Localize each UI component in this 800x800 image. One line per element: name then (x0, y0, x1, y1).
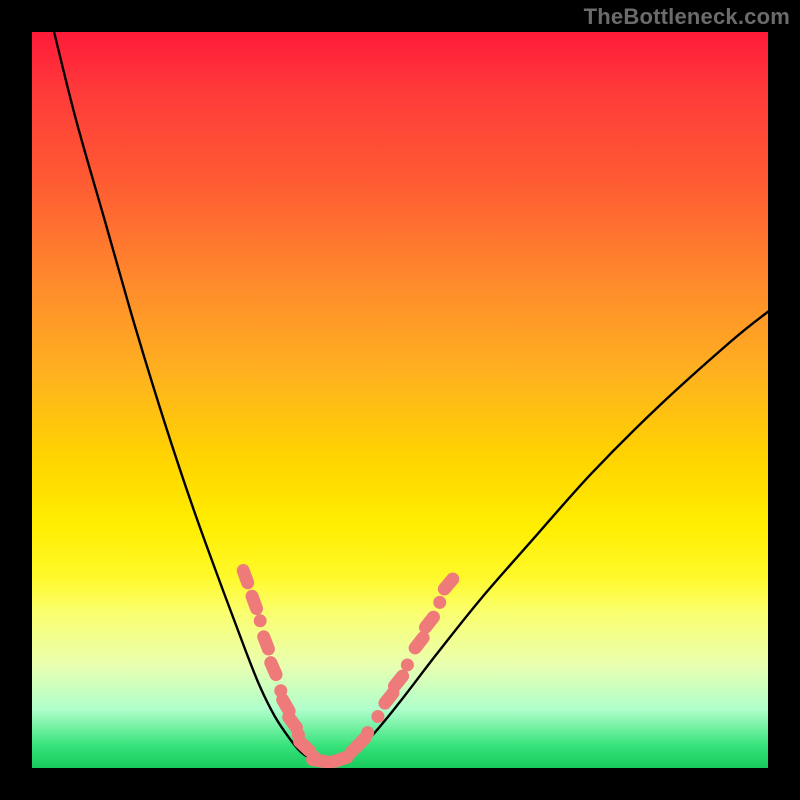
marker-capsule (262, 654, 284, 683)
bottleneck-curve-svg (32, 32, 768, 768)
marker-capsule (235, 562, 256, 591)
chart-frame: TheBottleneck.com (0, 0, 800, 800)
marker-dot (361, 726, 374, 739)
marker-dot (254, 614, 267, 627)
marker-capsule (255, 628, 276, 657)
bottleneck-curve-path (54, 32, 768, 764)
marker-dot (401, 658, 414, 671)
marker-capsule (435, 570, 462, 598)
marker-capsule (244, 588, 265, 617)
marker-dot (371, 710, 384, 723)
plot-area (32, 32, 768, 768)
watermark-text: TheBottleneck.com (584, 4, 790, 30)
marker-dot (433, 596, 446, 609)
